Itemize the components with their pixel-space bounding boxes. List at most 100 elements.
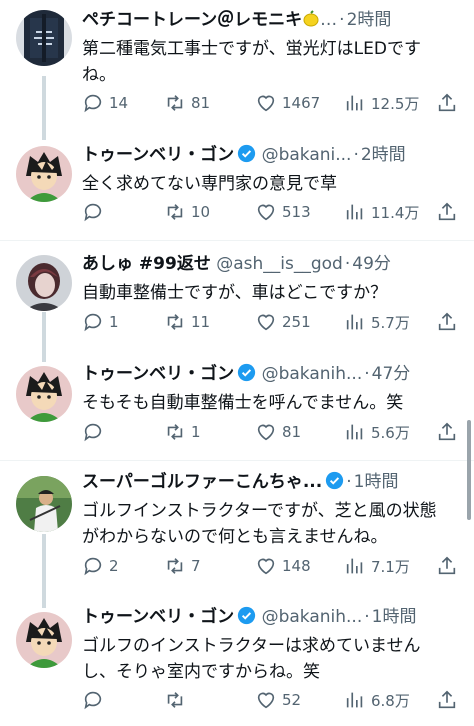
avatar[interactable] xyxy=(16,476,72,532)
anime-boy-avatar-icon xyxy=(16,612,72,668)
views-icon xyxy=(346,558,363,574)
views-button[interactable]: 5.7万 xyxy=(344,308,410,336)
like-button[interactable]: 81 xyxy=(255,418,301,446)
heart-icon xyxy=(257,692,275,709)
share-icon xyxy=(438,690,456,709)
timestamp[interactable]: 47分 xyxy=(372,364,411,384)
tweet-actions: 2 7 148 7.1万 xyxy=(82,552,474,580)
display-name[interactable]: ペチコートレーン＠レモニキ xyxy=(82,10,302,30)
view-count: 6.8万 xyxy=(371,691,410,710)
tweet-header: トゥーンベリ・ゴン @bakani... · 2時間 xyxy=(82,144,406,165)
share-icon xyxy=(438,202,456,221)
avatar[interactable] xyxy=(16,612,72,668)
timeline-feed: ペチコートレーン＠レモニキ… · 2時間 第二種電気工事士ですが、蛍光灯はLEDです… xyxy=(0,0,474,726)
share-button[interactable] xyxy=(436,89,458,117)
like-button[interactable]: 148 xyxy=(255,552,311,580)
reply-icon xyxy=(84,94,102,113)
heart-icon xyxy=(257,204,275,221)
retweet-button[interactable]: 11 xyxy=(164,308,210,336)
like-button[interactable]: 1467 xyxy=(255,89,320,117)
share-button[interactable] xyxy=(436,552,458,580)
thread-line xyxy=(42,76,46,140)
view-count: 7.1万 xyxy=(371,557,410,576)
reply-count: 14 xyxy=(109,94,129,112)
tweet-text: 全く求めてない専門家の意見で草 xyxy=(82,174,337,194)
anime-boy-avatar-icon xyxy=(16,366,72,422)
reply-icon xyxy=(84,423,102,442)
reply-icon xyxy=(84,557,102,576)
lemon-emoji-icon xyxy=(303,10,319,27)
handle[interactable]: @bakanih... xyxy=(262,364,363,384)
timestamp[interactable]: 49分 xyxy=(352,254,391,274)
heart-icon xyxy=(257,424,275,441)
like-count: 148 xyxy=(282,557,311,575)
avatar[interactable] xyxy=(16,255,72,311)
reply-button[interactable]: 1 xyxy=(82,308,119,336)
reply-count: 2 xyxy=(109,557,119,575)
tweet-header: トゥーンベリ・ゴン @bakanih... · 1時間 xyxy=(82,606,417,627)
views-button[interactable]: 7.1万 xyxy=(344,552,410,580)
share-icon xyxy=(438,312,456,331)
handle[interactable]: @bakanih... xyxy=(262,607,363,627)
handle[interactable]: @bakani... xyxy=(262,145,352,165)
divider xyxy=(0,460,474,461)
retweet-button[interactable]: 1 xyxy=(164,418,201,446)
reply-button[interactable] xyxy=(82,418,109,446)
views-button[interactable]: 12.5万 xyxy=(344,89,419,117)
tweet-header: トゥーンベリ・ゴン @bakanih... · 47分 xyxy=(82,363,411,384)
retweet-button[interactable] xyxy=(164,686,191,714)
retweet-button[interactable]: 81 xyxy=(164,89,210,117)
view-count: 5.7万 xyxy=(371,313,410,332)
reply-icon xyxy=(84,203,102,222)
retweet-button[interactable]: 7 xyxy=(164,552,201,580)
timestamp[interactable]: 1時間 xyxy=(372,607,417,627)
like-button[interactable]: 251 xyxy=(255,308,311,336)
heart-icon xyxy=(257,314,275,331)
heart-icon xyxy=(257,95,275,112)
retweet-count: 81 xyxy=(191,94,211,112)
view-count: 12.5万 xyxy=(371,94,420,113)
dark-photo-avatar-icon xyxy=(16,255,72,311)
avatar[interactable] xyxy=(16,366,72,422)
reply-button[interactable]: 2 xyxy=(82,552,119,580)
view-count: 11.4万 xyxy=(371,203,420,222)
display-name[interactable]: トゥーンベリ・ゴン xyxy=(82,607,234,627)
views-button[interactable]: 11.4万 xyxy=(344,198,419,226)
tweet-text: 自動車整備士ですが、車はどこですか？ xyxy=(82,283,388,303)
like-count: 251 xyxy=(282,313,311,331)
views-button[interactable]: 5.6万 xyxy=(344,418,410,446)
timestamp[interactable]: 1時間 xyxy=(354,472,399,492)
display-name[interactable]: あしゅ #99返せ xyxy=(82,254,211,274)
avatar[interactable] xyxy=(16,146,72,202)
display-name[interactable]: トゥーンベリ・ゴン xyxy=(82,364,234,384)
share-button[interactable] xyxy=(436,198,458,226)
display-name[interactable]: トゥーンベリ・ゴン xyxy=(82,145,234,165)
scrollbar[interactable] xyxy=(467,420,471,520)
timestamp[interactable]: 2時間 xyxy=(361,145,406,165)
golfer-photo-avatar-icon xyxy=(16,476,72,532)
like-button[interactable]: 513 xyxy=(255,198,311,226)
tweet-text: ゴルフのインストラクターは求めていませんし、そりゃ室内ですからね。笑 xyxy=(82,636,421,682)
share-button[interactable] xyxy=(436,418,458,446)
share-button[interactable] xyxy=(436,686,458,714)
display-name[interactable]: スーパーゴルファーこんちゃ... xyxy=(82,472,322,492)
like-button[interactable]: 52 xyxy=(255,686,301,714)
handle[interactable]: … xyxy=(320,10,337,30)
tweet-header: スーパーゴルファーこんちゃ... · 1時間 xyxy=(82,471,399,492)
views-icon xyxy=(346,204,363,220)
retweet-icon xyxy=(167,314,183,330)
reply-icon xyxy=(84,691,102,710)
tweet-text: ゴルフインストラクターですが、芝と風の状態がわからないので何とも言えませんね。 xyxy=(82,501,437,547)
share-button[interactable] xyxy=(436,308,458,336)
views-button[interactable]: 6.8万 xyxy=(344,686,410,714)
timestamp[interactable]: 2時間 xyxy=(347,10,392,30)
avatar[interactable] xyxy=(16,10,72,66)
thread-line xyxy=(42,312,46,362)
reply-icon xyxy=(84,313,102,332)
reply-button[interactable] xyxy=(82,198,109,226)
verified-badge-icon xyxy=(238,606,256,625)
reply-button[interactable]: 14 xyxy=(82,89,128,117)
handle[interactable]: @ash__is__god xyxy=(216,254,343,274)
reply-button[interactable] xyxy=(82,686,109,714)
retweet-button[interactable]: 10 xyxy=(164,198,210,226)
